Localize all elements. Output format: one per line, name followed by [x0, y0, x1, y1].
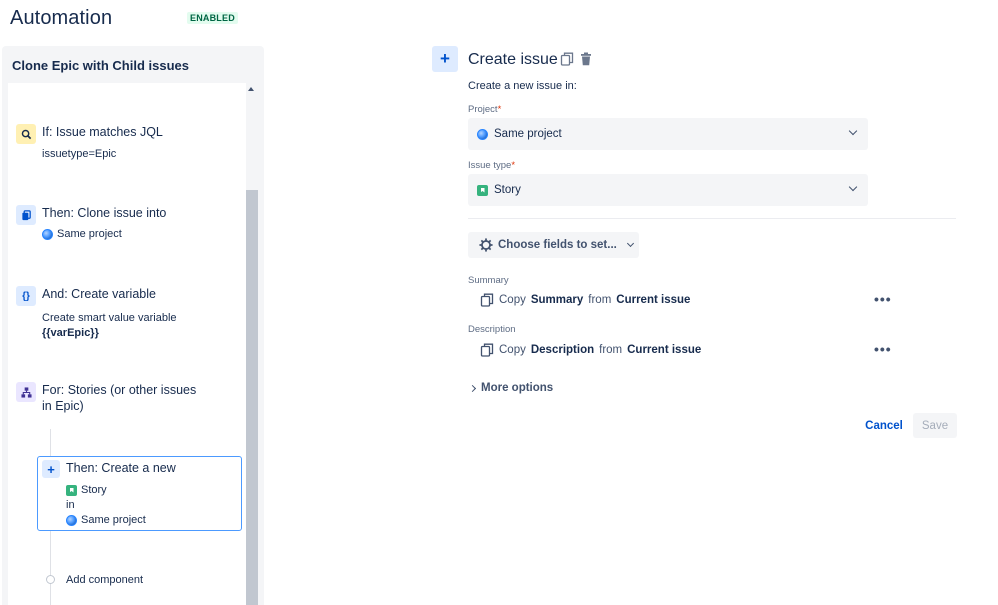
summary-field-name: Summary — [530, 294, 584, 306]
jql-value: issuetype=Epic — [42, 148, 117, 160]
story-icon — [66, 484, 77, 496]
project-select-value: Same project — [494, 128, 562, 140]
summary-more-menu-icon[interactable]: ••• — [874, 291, 892, 307]
in-label: in — [66, 499, 75, 511]
clone-icon — [16, 205, 36, 225]
story-icon — [477, 184, 488, 196]
project-globe-icon — [42, 228, 53, 240]
chevron-down-icon — [626, 239, 634, 248]
chevron-down-icon — [848, 182, 858, 192]
choose-fields-button[interactable]: Choose fields to set... — [468, 232, 639, 258]
project-name: Same project — [57, 228, 122, 240]
add-component-link[interactable]: Add component — [66, 574, 143, 586]
component-detail: Create smart value variable — [42, 312, 177, 324]
chevron-right-icon — [468, 384, 477, 392]
divider — [468, 218, 956, 219]
description-field-label: Description — [468, 324, 516, 335]
project-label: Project* — [468, 104, 502, 115]
trash-icon[interactable] — [579, 52, 593, 66]
scroll-up-arrow-icon[interactable] — [248, 87, 254, 91]
issue-type-select-value: Story — [494, 184, 521, 196]
component-title-line1: For: Stories (or other issues — [42, 383, 197, 397]
component-title: And: Create variable — [42, 287, 156, 301]
summary-source: Current issue — [616, 294, 691, 306]
component-title: If: Issue matches JQL — [42, 125, 163, 139]
more-options-toggle[interactable]: More options — [468, 382, 554, 394]
description-field-name: Description — [530, 344, 595, 356]
editor-description: Create a new issue in: — [468, 80, 577, 92]
component-title-line2: in Epic) — [42, 399, 84, 413]
rule-outline-panel: Clone Epic with Child issues If: Issue m… — [2, 46, 264, 605]
scrollbar[interactable] — [246, 83, 258, 605]
rule-name: Clone Epic with Child issues — [12, 58, 189, 73]
status-badge: ENABLED — [187, 12, 238, 24]
gear-icon — [479, 238, 493, 252]
description-copy-row[interactable]: Copy Description from Current issue — [480, 343, 701, 357]
copy-icon — [480, 293, 494, 307]
copy-icon[interactable] — [560, 52, 574, 66]
variable-name: {{varEpic}} — [42, 327, 99, 339]
scroll-thumb[interactable] — [246, 190, 258, 605]
issue-type-select[interactable]: Story — [468, 174, 868, 206]
rule-component-list: If: Issue matches JQL issuetype=Epic The… — [8, 83, 258, 605]
component-branch-stories[interactable]: For: Stories (or other issues in Epic) — [16, 382, 236, 418]
component-create-issue-selected[interactable]: + Then: Create a new Story in Same proje… — [37, 456, 242, 531]
project-globe-icon — [66, 514, 77, 526]
summary-copy-row[interactable]: Copy Summary from Current issue — [480, 293, 690, 307]
component-if-jql[interactable]: If: Issue matches JQL issuetype=Epic — [16, 124, 236, 164]
more-options-label: More options — [481, 382, 554, 394]
plus-icon: + — [432, 46, 458, 72]
cancel-button[interactable]: Cancel — [860, 414, 908, 438]
save-button[interactable]: Save — [913, 413, 957, 438]
choose-fields-label: Choose fields to set... — [498, 239, 617, 251]
issue-type-label: Issue type* — [468, 160, 516, 171]
issue-type-name: Story — [81, 484, 107, 496]
copy-icon — [480, 343, 494, 357]
editor-title: Create issue — [468, 51, 558, 68]
add-component-dot-icon[interactable] — [46, 575, 55, 584]
create-issue-editor: + Create issue Create a new issue in: Pr… — [432, 46, 962, 466]
description-source: Current issue — [627, 344, 702, 356]
project-globe-icon — [477, 128, 488, 140]
search-icon — [16, 124, 36, 144]
project-name: Same project — [81, 514, 146, 526]
variable-braces-icon: {} — [16, 286, 36, 306]
component-title: Then: Clone issue into — [42, 206, 167, 220]
branch-icon — [16, 382, 36, 402]
summary-field-label: Summary — [468, 275, 509, 286]
component-title: Then: Create a new — [66, 461, 176, 475]
component-create-variable[interactable]: {} And: Create variable Create smart val… — [16, 286, 236, 341]
component-clone-issue[interactable]: Then: Clone issue into Same project — [16, 205, 236, 245]
chevron-down-icon — [848, 126, 858, 136]
description-more-menu-icon[interactable]: ••• — [874, 341, 892, 357]
project-select[interactable]: Same project — [468, 118, 868, 150]
plus-icon: + — [42, 460, 60, 478]
page-title: Automation — [10, 7, 113, 29]
